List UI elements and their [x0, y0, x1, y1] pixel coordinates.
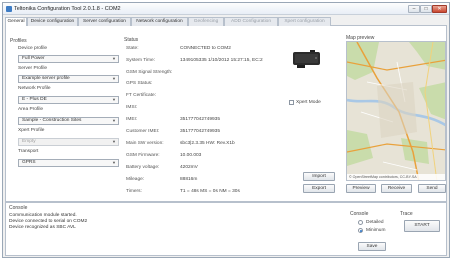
- map-image: [347, 42, 445, 180]
- tab-bar: General Device configuration Server conf…: [5, 17, 447, 27]
- detailed-radio[interactable]: [358, 220, 363, 225]
- minimum-radio[interactable]: [358, 228, 363, 233]
- tab-device-configuration[interactable]: Device configuration: [27, 17, 78, 26]
- device-profile-value: Full Power: [22, 56, 45, 61]
- detailed-label: Detailed: [366, 220, 384, 225]
- status-mileage-value: 88816m: [180, 177, 198, 182]
- device-image: [293, 50, 320, 68]
- tab-add-configuration[interactable]: ADD Configuration: [224, 17, 278, 26]
- console-line: Communication module started.: [9, 213, 77, 218]
- chevron-down-icon: ▼: [112, 56, 116, 61]
- server-profile-select[interactable]: Example server profile ▼: [18, 75, 119, 83]
- console-panel: Console Communication module started. De…: [5, 202, 447, 256]
- status-gps-label: GPS Status:: [126, 81, 153, 86]
- trace-title: Trace: [400, 211, 413, 217]
- chevron-down-icon: ▼: [112, 76, 116, 81]
- status-battery-value: 4202mV: [180, 165, 198, 170]
- status-gsm-firmware-label: GSM Firmware:: [126, 153, 160, 158]
- send-button[interactable]: Send: [418, 184, 446, 193]
- minimize-button[interactable]: –: [408, 5, 420, 13]
- status-ft-certificate-label: FT Certificate:: [126, 93, 157, 98]
- tab-geofencing[interactable]: Geofencing: [188, 17, 224, 26]
- import-button[interactable]: Import: [303, 172, 335, 181]
- trace-start-button[interactable]: START: [404, 220, 440, 232]
- area-profile-label: Area Profile: [18, 107, 44, 112]
- minimum-label: Minimum: [366, 228, 386, 233]
- status-title: Status: [124, 37, 139, 43]
- tab-xpert-configuration[interactable]: Xpert configuration: [278, 17, 331, 26]
- status-main-sw-label: Main SW version:: [126, 141, 164, 146]
- save-button[interactable]: Save: [358, 242, 386, 251]
- network-profile-value: E - Plus DE: [22, 97, 47, 102]
- preview-button[interactable]: Preview: [346, 184, 376, 193]
- chevron-down-icon: ▼: [112, 160, 116, 165]
- xpert-mode-checkbox[interactable]: [289, 100, 294, 105]
- export-button[interactable]: Export: [303, 184, 335, 193]
- status-state-label: State:: [126, 46, 139, 51]
- transport-select[interactable]: GPRS ▼: [18, 159, 119, 167]
- console-line: Device recognized as SBC AVL: [9, 225, 76, 230]
- console-line: Device connected to serial on COM2: [9, 219, 88, 224]
- console-settings-title: Console: [350, 211, 369, 217]
- server-profile-label: Server Profile: [18, 66, 48, 71]
- transport-value: GPRS: [22, 160, 36, 165]
- area-profile-select[interactable]: Sample - Construction Sites ▼: [18, 117, 119, 125]
- tab-network-configuration[interactable]: Network configuration: [131, 17, 188, 26]
- console-title: Console: [9, 205, 28, 211]
- status-gsm-firmware-value: 10.00.003: [180, 153, 202, 158]
- device-profile-select[interactable]: Full Power ▼: [18, 55, 119, 63]
- status-imei-value: 351777042749935: [180, 117, 221, 122]
- chevron-down-icon: ▼: [112, 118, 116, 123]
- transport-label: Transport: [18, 149, 39, 154]
- xpert-profile-select[interactable]: Empty ▼: [18, 138, 119, 146]
- xpert-profile-value: Empty: [22, 139, 36, 144]
- general-panel: Profiles Device profile Full Power ▼ Ser…: [5, 26, 447, 202]
- tab-server-configuration[interactable]: Server configuration: [78, 17, 131, 26]
- profiles-title: Profiles: [10, 38, 27, 44]
- window-title: Teltonika Configuration Tool 2.0.1.8 - C…: [14, 6, 121, 12]
- server-profile-value: Example server profile: [22, 76, 70, 81]
- status-customer-imei-value: 351777042749935: [180, 129, 221, 134]
- chevron-down-icon: ▼: [112, 97, 116, 102]
- status-gsm-signal-label: GSM Signal Strength:: [126, 70, 173, 75]
- status-timers-value: T1 = 48s MS = 0s NM = 30s: [180, 189, 240, 194]
- app-window: Teltonika Configuration Tool 2.0.1.8 - C…: [2, 2, 450, 258]
- map-attribution: © OpenStreetMap contributors, CC-BY-SA: [347, 174, 445, 180]
- title-bar: Teltonika Configuration Tool 2.0.1.8 - C…: [3, 3, 449, 15]
- status-imei-label: IMEI:: [126, 117, 138, 122]
- xpert-mode-label: Xpert Mode: [296, 100, 321, 105]
- receive-button[interactable]: Receive: [381, 184, 412, 193]
- chevron-down-icon: ▼: [112, 139, 116, 144]
- network-profile-select[interactable]: E - Plus DE ▼: [18, 96, 119, 104]
- status-battery-label: Battery voltage:: [126, 165, 160, 170]
- maximize-button[interactable]: □: [420, 5, 432, 13]
- status-system-time-value: 1349105335 1/10/2012 15:27:15, EC:2: [180, 58, 263, 63]
- map-preview[interactable]: © OpenStreetMap contributors, CC-BY-SA: [346, 41, 446, 181]
- status-timers-label: Timers:: [126, 189, 142, 194]
- status-imsi-label: IMSI:: [126, 105, 138, 110]
- status-state-value: CONNECTED to COM2: [180, 46, 231, 51]
- network-profile-label: Network Profile: [18, 86, 51, 91]
- device-profile-label: Device profile: [18, 46, 48, 51]
- area-profile-value: Sample - Construction Sites: [22, 118, 82, 123]
- status-customer-imei-label: Customer IMEI:: [126, 129, 160, 134]
- close-button[interactable]: ✕: [432, 5, 447, 13]
- status-system-time-label: System Time:: [126, 58, 156, 63]
- xpert-profile-label: Xpert Profile: [18, 128, 45, 133]
- status-main-sw-value: sbc3|2.3.35 HW: Rev.X1b: [180, 141, 235, 146]
- status-mileage-label: Mileage:: [126, 177, 145, 182]
- app-icon: [6, 6, 12, 12]
